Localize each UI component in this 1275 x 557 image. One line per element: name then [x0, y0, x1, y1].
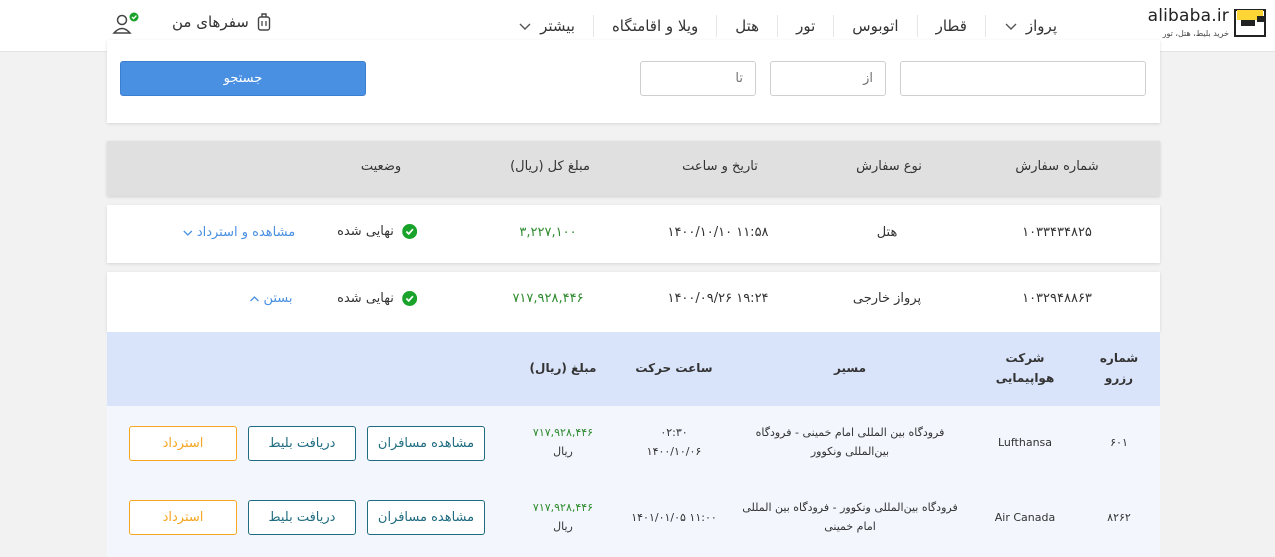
col-amount: مبلغ (ریال)	[529, 361, 597, 375]
reservation-number: ۸۲۶۲	[1107, 511, 1131, 524]
check-circle-icon	[401, 224, 417, 239]
route: فرودگاه بین المللی امام خمینی - فرودگاه …	[755, 426, 945, 458]
refund-button[interactable]: استرداد	[129, 426, 237, 461]
col-total-amount: مبلغ کل (ریال)	[510, 159, 590, 174]
nav-train-label: قطار	[935, 17, 967, 35]
get-ticket-button[interactable]: دریافت بلیط	[248, 500, 356, 535]
view-passengers-button[interactable]: مشاهده مسافران	[367, 426, 485, 461]
chevron-down-icon	[519, 23, 531, 30]
order-type: پرواز خارجی	[852, 291, 922, 306]
order-amount: ۳,۲۲۷,۱۰۰	[519, 225, 577, 240]
col-order-number: شماره سفارش	[1015, 159, 1099, 174]
nav-tour[interactable]: تور	[777, 15, 833, 37]
nav-bus-label: اتوبوس	[852, 17, 899, 35]
nav-flight[interactable]: پرواز	[984, 15, 1075, 37]
close-toggle[interactable]: بستن	[249, 291, 293, 306]
reservation-number: ۶۰۱	[1110, 436, 1128, 449]
col-departure-time: ساعت حرکت	[635, 361, 713, 375]
logo-mark-icon	[1234, 9, 1266, 37]
col-airline: شرکت هواپیمایی	[995, 351, 1055, 385]
view-passengers-button[interactable]: مشاهده مسافران	[367, 500, 485, 535]
departure-time: ۰۲:۳۰	[660, 426, 688, 439]
date-to-input[interactable]	[640, 61, 756, 96]
view-refund-label: مشاهده و استرداد	[196, 225, 296, 240]
orders-table-header: شماره سفارش نوع سفارش تاریخ و ساعت مبلغ …	[107, 141, 1160, 196]
user-account-icon[interactable]	[112, 12, 140, 36]
nav-hotel[interactable]: هتل	[716, 15, 777, 37]
date-from-input[interactable]	[770, 61, 886, 96]
order-datetime: ۱۴۰۰/۰۹/۲۶ ۱۹:۲۴	[667, 291, 769, 306]
col-datetime: تاریخ و ساعت	[682, 159, 758, 174]
route: فرودگاه بین‌المللی ونکوور - فرودگاه بین …	[742, 501, 958, 533]
order-row: ۱۰۳۳۴۳۴۸۲۵ هتل ۱۴۰۰/۱۰/۱۰ ۱۱:۵۸ ۳,۲۲۷,۱۰…	[107, 205, 1160, 263]
col-reservation-number: شماره رزرو	[1099, 351, 1139, 385]
nav-train[interactable]: قطار	[916, 15, 985, 37]
status-badge: نهایی شده	[337, 291, 417, 306]
airline-name: Lufthansa	[997, 436, 1053, 449]
col-route: مسیر	[833, 361, 867, 375]
close-label: بستن	[263, 291, 293, 306]
alibaba-logo[interactable]: alibaba.ir خرید بلیط، هتل، تور	[1143, 6, 1269, 46]
nav-villa[interactable]: ویلا و اقامتگاه	[592, 15, 716, 37]
currency-label: ریال	[553, 445, 573, 458]
suitcase-icon	[257, 13, 271, 31]
departure-datetime: ۱۴۰۱/۰۱/۰۵ ۱۱:۰۰	[631, 511, 717, 524]
order-row: ۱۰۳۲۹۴۸۸۶۳ پرواز خارجی ۱۴۰۰/۰۹/۲۶ ۱۹:۲۴ …	[107, 272, 1160, 332]
chevron-down-icon	[183, 230, 193, 236]
currency-label: ریال	[553, 520, 573, 533]
col-order-type: نوع سفارش	[856, 159, 922, 174]
my-trips-link[interactable]: سفرهای من	[172, 12, 271, 32]
nav-hotel-label: هتل	[735, 17, 760, 35]
chevron-down-icon	[1005, 23, 1017, 30]
tickets-table-body: ۶۰۱ Lufthansa فرودگاه بین المللی امام خم…	[107, 406, 1160, 557]
ticket-amount: ۷۱۷,۹۲۸,۴۴۶	[532, 501, 594, 514]
airline-name: Air Canada	[994, 511, 1056, 524]
refund-button[interactable]: استرداد	[129, 500, 237, 535]
order-number: ۱۰۳۲۹۴۸۸۶۳	[1022, 291, 1092, 306]
order-type: هتل	[876, 225, 898, 240]
nav-villa-label: ویلا و اقامتگاه	[611, 17, 699, 35]
status-badge: نهایی شده	[337, 224, 417, 239]
logo-tagline: خرید بلیط، هتل، تور	[1162, 29, 1229, 38]
nav-bus[interactable]: اتوبوس	[833, 15, 916, 37]
col-status: وضعیت	[360, 159, 402, 174]
order-datetime: ۱۴۰۰/۱۰/۱۰ ۱۱:۵۸	[667, 225, 769, 240]
order-amount: ۷۱۷,۹۲۸,۴۴۶	[512, 291, 584, 306]
nav-flight-label: پرواز	[1025, 17, 1057, 35]
chevron-up-icon	[250, 295, 259, 301]
ticket-amount: ۷۱۷,۹۲۸,۴۴۶	[532, 426, 594, 439]
status-label: نهایی شده	[337, 224, 394, 239]
departure-date: ۱۴۰۰/۱۰/۰۶	[646, 445, 702, 458]
search-button[interactable]: جستجو	[120, 61, 366, 96]
order-number: ۱۰۳۳۴۳۴۸۲۵	[1022, 225, 1092, 240]
my-trips-label: سفرهای من	[172, 13, 249, 31]
status-label: نهایی شده	[337, 291, 394, 306]
logo-text: alibaba.ir	[1147, 6, 1229, 26]
nav-more-label: بیشتر	[540, 17, 575, 35]
tickets-table-header: شماره رزرو شرکت هواپیمایی مسیر ساعت حرکت…	[107, 332, 1160, 406]
check-circle-icon	[401, 291, 417, 306]
search-card: جستجو	[107, 40, 1160, 123]
view-refund-toggle[interactable]: مشاهده و استرداد	[183, 225, 295, 240]
nav-tour-label: تور	[796, 17, 816, 35]
nav-more[interactable]: بیشتر	[500, 15, 593, 37]
get-ticket-button[interactable]: دریافت بلیط	[248, 426, 356, 461]
order-number-input[interactable]	[900, 61, 1146, 96]
